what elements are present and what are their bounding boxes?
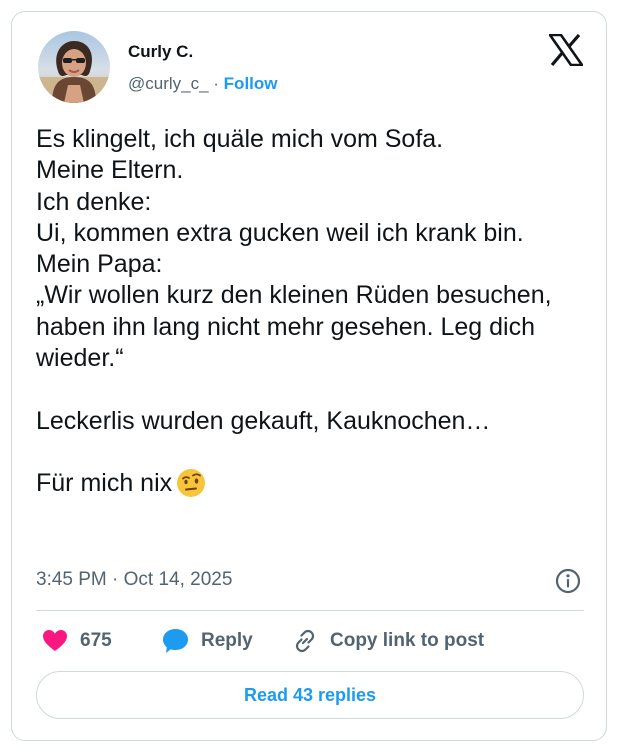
copy-link-button[interactable]: Copy link to post xyxy=(292,626,484,656)
handle-separator: · xyxy=(208,74,224,93)
raised-eyebrow-emoji-icon xyxy=(176,468,206,506)
tweet-card: Curly C. @curly_c_ · Follow Es klingelt,… xyxy=(11,11,607,741)
x-logo-icon[interactable] xyxy=(548,33,584,67)
like-button[interactable]: 675 xyxy=(42,626,112,656)
copy-link-label: Copy link to post xyxy=(330,630,485,651)
read-replies-button[interactable]: Read 43 replies xyxy=(36,671,584,719)
like-count: 675 xyxy=(80,630,112,651)
info-icon[interactable] xyxy=(555,568,581,594)
handle[interactable]: @curly_c_ xyxy=(128,74,209,93)
follow-button[interactable]: Follow xyxy=(224,74,278,93)
tweet-text: Es klingelt, ich quäle mich vom Sofa. Me… xyxy=(36,124,581,507)
timestamp[interactable]: 3:45 PM · Oct 14, 2025 xyxy=(36,569,232,591)
avatar[interactable] xyxy=(38,31,110,103)
handle-row: @curly_c_ · Follow xyxy=(128,74,278,94)
display-name[interactable]: Curly C. xyxy=(128,42,193,62)
tweet-body: Es klingelt, ich quäle mich vom Sofa. Me… xyxy=(36,125,552,498)
reply-button[interactable]: Reply xyxy=(162,626,253,656)
divider xyxy=(36,610,584,611)
heart-icon xyxy=(43,630,67,651)
reply-bubble-icon xyxy=(163,629,188,653)
link-icon xyxy=(295,629,315,653)
reply-label: Reply xyxy=(201,630,253,651)
